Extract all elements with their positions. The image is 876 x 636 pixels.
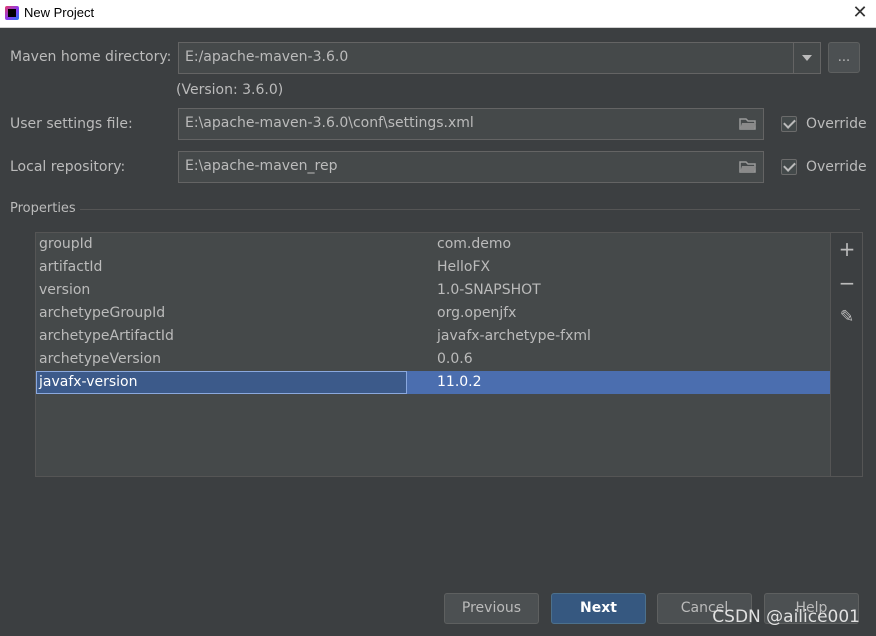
user-settings-override-checkbox[interactable] — [781, 116, 797, 132]
user-settings-label: User settings file: — [10, 116, 133, 132]
title-bar: New Project ✕ — [0, 0, 876, 28]
table-row[interactable]: version 1.0-SNAPSHOT — [36, 279, 830, 302]
property-value: 1.0-SNAPSHOT — [437, 282, 541, 298]
user-settings-field[interactable]: E:\apache-maven-3.6.0\conf\settings.xml — [178, 108, 764, 140]
add-icon[interactable]: + — [837, 239, 857, 259]
maven-home-label: Maven home directory: — [10, 49, 172, 65]
property-key: archetypeVersion — [39, 351, 161, 367]
section-divider — [80, 209, 860, 210]
local-repo-field[interactable]: E:\apache-maven_rep — [178, 151, 764, 183]
properties-section-label: Properties — [10, 201, 76, 216]
chevron-down-icon[interactable] — [793, 43, 820, 73]
close-button[interactable]: ✕ — [850, 3, 870, 23]
property-value: 11.0.2 — [437, 374, 482, 390]
previous-button-label: Previous — [461, 600, 522, 616]
table-row[interactable]: archetypeArtifactId javafx-archetype-fxm… — [36, 325, 830, 348]
property-value: com.demo — [437, 236, 512, 252]
user-settings-value: E:\apache-maven-3.6.0\conf\settings.xml — [185, 115, 474, 131]
next-button-label: Next — [580, 600, 617, 616]
maven-version-text: (Version: 3.6.0) — [176, 82, 284, 98]
window-title: New Project — [24, 5, 95, 20]
previous-button[interactable]: Previous — [444, 593, 539, 624]
properties-table[interactable]: groupId com.demo artifactId HelloFX vers… — [35, 232, 831, 477]
maven-home-value: E:/apache-maven-3.6.0 — [185, 49, 349, 65]
table-row[interactable]: artifactId HelloFX — [36, 256, 830, 279]
folder-icon[interactable] — [739, 160, 757, 174]
property-value: javafx-archetype-fxml — [437, 328, 591, 344]
property-value: 0.0.6 — [437, 351, 473, 367]
intellij-icon — [5, 6, 19, 20]
table-row[interactable]: archetypeVersion 0.0.6 — [36, 348, 830, 371]
table-row[interactable]: archetypeGroupId org.openjfx — [36, 302, 830, 325]
property-value: HelloFX — [437, 259, 491, 275]
browse-button[interactable]: ... — [828, 42, 860, 73]
property-key: javafx-version — [39, 374, 138, 390]
local-repo-override-label: Override — [806, 159, 867, 175]
folder-icon[interactable] — [739, 117, 757, 131]
user-settings-override-label: Override — [806, 116, 867, 132]
property-value: org.openjfx — [437, 305, 517, 321]
property-key: archetypeArtifactId — [39, 328, 174, 344]
property-key: version — [39, 282, 91, 298]
local-repo-override-checkbox[interactable] — [781, 159, 797, 175]
table-row-selected[interactable]: javafx-version 11.0.2 — [36, 371, 830, 394]
edit-icon[interactable]: ✎ — [837, 307, 857, 327]
next-button[interactable]: Next — [551, 593, 646, 624]
property-key: archetypeGroupId — [39, 305, 166, 321]
remove-icon[interactable]: − — [837, 273, 857, 293]
local-repo-label: Local repository: — [10, 159, 126, 175]
table-row[interactable]: groupId com.demo — [36, 233, 830, 256]
maven-home-combobox[interactable]: E:/apache-maven-3.6.0 — [178, 42, 821, 74]
property-key: groupId — [39, 236, 93, 252]
local-repo-value: E:\apache-maven_rep — [185, 158, 338, 174]
watermark-text: CSDN @ailice001 — [712, 607, 860, 627]
properties-toolbar: + − ✎ — [831, 232, 863, 477]
property-key: artifactId — [39, 259, 103, 275]
